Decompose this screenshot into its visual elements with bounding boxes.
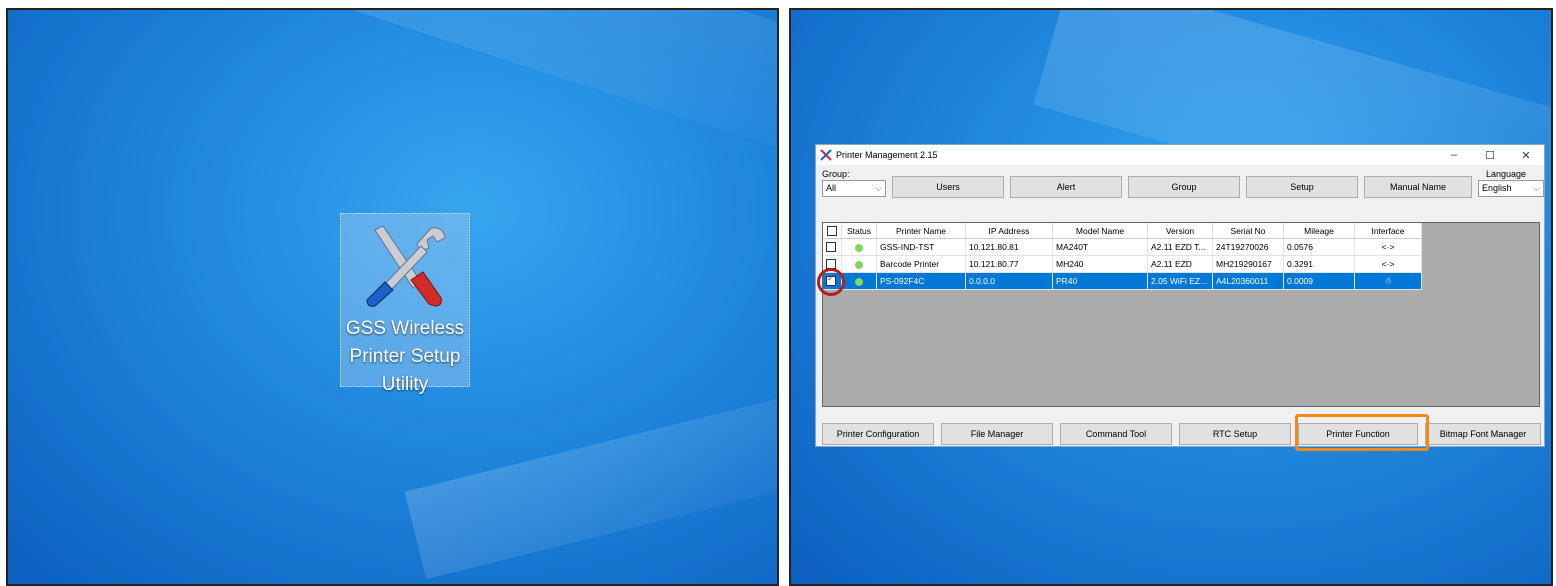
highlight-circle xyxy=(817,268,845,296)
icon-label-line: GSS Wireless xyxy=(345,318,465,339)
language-value: English xyxy=(1482,183,1512,193)
desktop-right: Printer Management 2.15 – ☐ ✕ Group: All… xyxy=(789,8,1553,586)
light-beam xyxy=(304,10,777,180)
status-bulb-icon xyxy=(841,238,877,256)
cell-ip: 10.121.80.81 xyxy=(965,238,1053,256)
table-row[interactable]: Barcode Printer 10.121.80.77 MH240 A2.11… xyxy=(823,255,1422,273)
minimize-button[interactable]: – xyxy=(1436,149,1472,162)
col-mileage[interactable]: Mileage xyxy=(1283,223,1355,239)
col-printer-name[interactable]: Printer Name xyxy=(876,223,966,239)
cell-version: 2.05 WiFi EZ... xyxy=(1147,272,1213,290)
rtc-setup-button[interactable]: RTC Setup xyxy=(1179,423,1291,445)
window-title: Printer Management 2.15 xyxy=(836,150,938,160)
printer-table: Status Printer Name IP Address Model Nam… xyxy=(822,222,1540,407)
select-all-checkbox[interactable] xyxy=(823,223,842,239)
cell-model: MH240 xyxy=(1052,255,1148,273)
manual-name-button[interactable]: Manual Name xyxy=(1364,176,1472,198)
cell-mileage: 0.0576 xyxy=(1283,238,1355,256)
cell-mileage: 0.0009 xyxy=(1283,272,1355,290)
wrench-screwdriver-icon xyxy=(366,225,446,307)
cell-ip: 10.121.80.77 xyxy=(965,255,1053,273)
title-bar: Printer Management 2.15 – ☐ ✕ xyxy=(816,145,1544,165)
cell-mileage: 0.3291 xyxy=(1283,255,1355,273)
status-bulb-icon xyxy=(841,255,877,273)
group-button[interactable]: Group xyxy=(1128,176,1240,198)
group-select[interactable]: All ⌵ xyxy=(822,180,886,197)
cell-version: A2.11 EZD T... xyxy=(1147,238,1213,256)
close-button[interactable]: ✕ xyxy=(1508,149,1544,162)
icon-label-line: Printer Setup xyxy=(349,346,461,367)
col-serial-no[interactable]: Serial No xyxy=(1212,223,1284,239)
cell-serial: MH219290167 xyxy=(1212,255,1284,273)
table-header: Status Printer Name IP Address Model Nam… xyxy=(823,223,1422,239)
group-label: Group: xyxy=(822,169,850,179)
cell-printer-name: PS-092F4C xyxy=(876,272,966,290)
printer-management-window: Printer Management 2.15 – ☐ ✕ Group: All… xyxy=(815,144,1545,447)
app-icon xyxy=(820,149,832,161)
table-row[interactable]: GSS-IND-TST 10.121.80.81 MA240T A2.11 EZ… xyxy=(823,238,1422,256)
cell-serial: A4L20360011 xyxy=(1212,272,1284,290)
cell-printer-name: Barcode Printer xyxy=(876,255,966,273)
cell-printer-name: GSS-IND-TST xyxy=(876,238,966,256)
language-select[interactable]: English ⌵ xyxy=(1478,180,1544,197)
table-row-selected[interactable]: PS-092F4C 0.0.0.0 PR40 2.05 WiFi EZ... A… xyxy=(823,272,1422,290)
cell-ip: 0.0.0.0 xyxy=(965,272,1053,290)
icon-label-line: Utility xyxy=(381,374,429,395)
users-button[interactable]: Users xyxy=(892,176,1004,198)
light-beam xyxy=(404,370,777,580)
cell-serial: 24T19270026 xyxy=(1212,238,1284,256)
cell-interface: <·> xyxy=(1354,238,1422,256)
bitmap-font-manager-button[interactable]: Bitmap Font Manager xyxy=(1425,423,1541,445)
file-manager-button[interactable]: File Manager xyxy=(941,423,1053,445)
col-ip-address[interactable]: IP Address xyxy=(965,223,1053,239)
highlight-rectangle xyxy=(1295,414,1429,451)
printer-configuration-button[interactable]: Printer Configuration xyxy=(822,423,934,445)
cell-version: A2.11 EZD xyxy=(1147,255,1213,273)
language-label: Language xyxy=(1486,169,1527,179)
col-version[interactable]: Version xyxy=(1147,223,1213,239)
toolbar: Group: All ⌵ Users Alert Group Setup Man… xyxy=(822,169,1544,209)
col-interface[interactable]: Interface xyxy=(1354,223,1422,239)
alert-button[interactable]: Alert xyxy=(1010,176,1122,198)
command-tool-button[interactable]: Command Tool xyxy=(1060,423,1172,445)
gss-wireless-utility-icon[interactable]: GSS Wireless Printer Setup Utility xyxy=(340,213,470,395)
status-bulb-icon xyxy=(841,272,877,290)
cell-interface: <·> xyxy=(1354,255,1422,273)
col-model-name[interactable]: Model Name xyxy=(1052,223,1148,239)
row-checkbox[interactable] xyxy=(823,238,842,256)
chevron-down-icon: ⌵ xyxy=(875,183,882,193)
col-status[interactable]: Status xyxy=(841,223,877,239)
bottom-toolbar: Printer Configuration File Manager Comma… xyxy=(822,423,1541,445)
cell-interface: ☃ xyxy=(1354,272,1422,290)
cell-model: PR40 xyxy=(1052,272,1148,290)
group-value: All xyxy=(826,183,837,193)
chevron-down-icon: ⌵ xyxy=(1533,183,1540,193)
cell-model: MA240T xyxy=(1052,238,1148,256)
setup-button[interactable]: Setup xyxy=(1246,176,1358,198)
desktop-left: GSS Wireless Printer Setup Utility xyxy=(6,8,779,586)
maximize-button[interactable]: ☐ xyxy=(1472,149,1508,162)
